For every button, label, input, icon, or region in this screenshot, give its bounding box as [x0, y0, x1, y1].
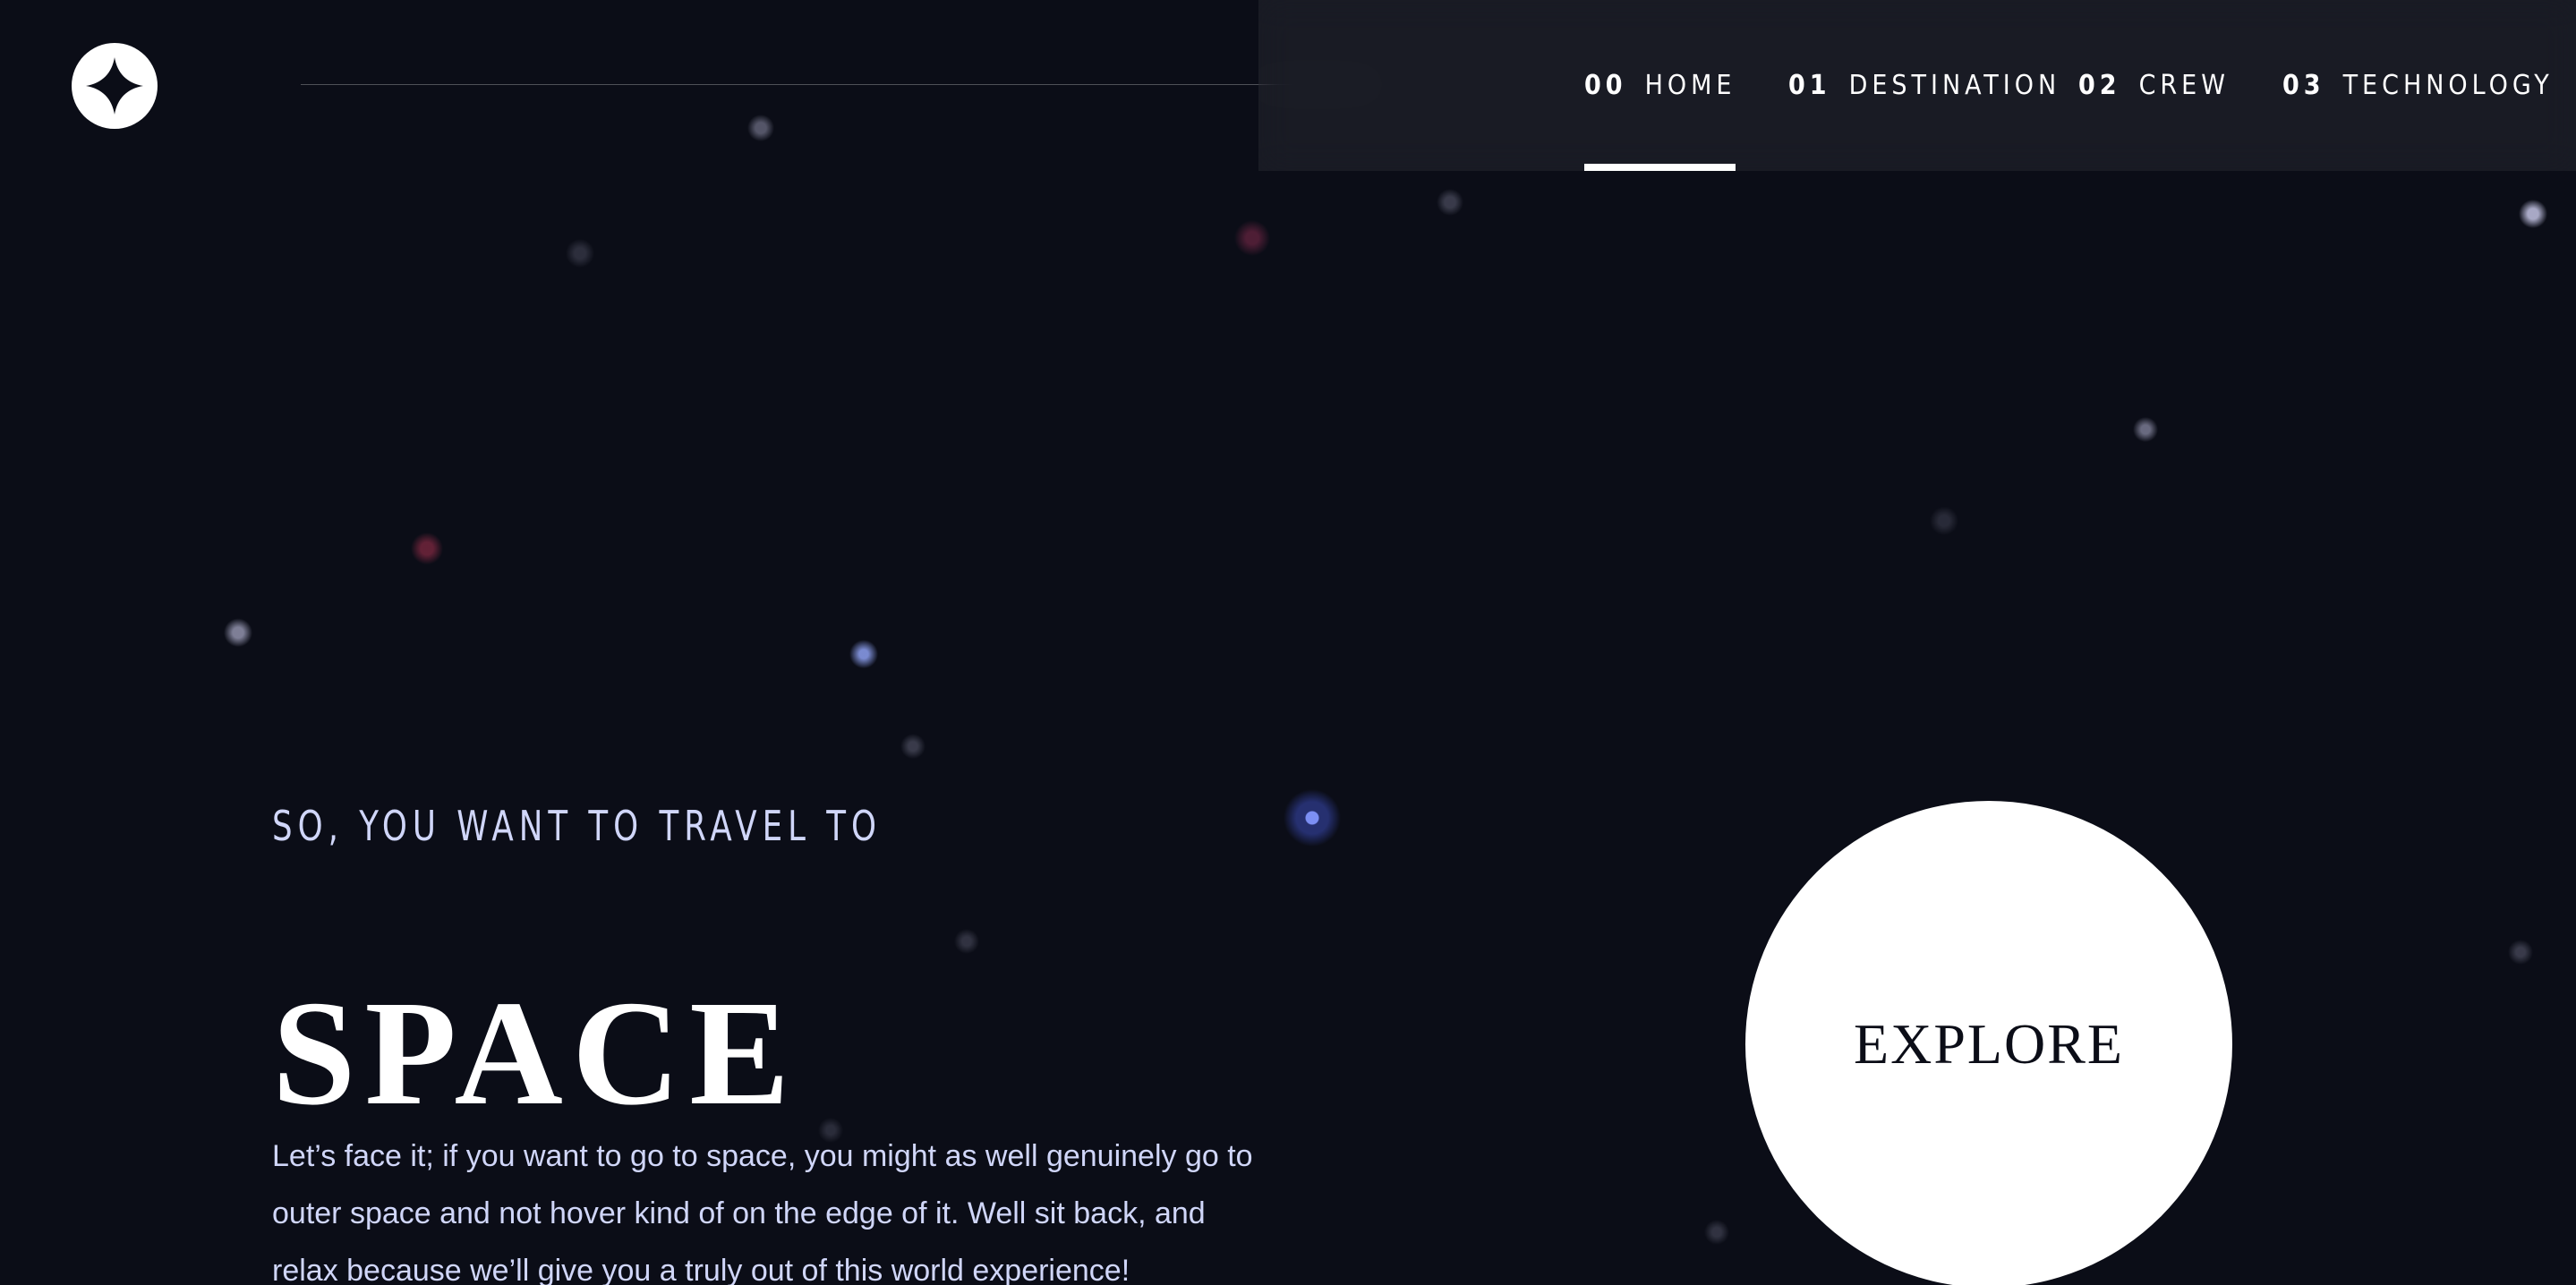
- logo-button[interactable]: [72, 43, 158, 129]
- nav-item-label: TECHNOLOGY: [2342, 70, 2554, 101]
- hero-description: Let’s face it; if you want to go to spac…: [272, 1139, 1253, 1285]
- nav-item-number: 01: [1788, 70, 1831, 101]
- nav-item-label: DESTINATION: [1848, 70, 2061, 101]
- hero-subtitle: SO, YOU WANT TO TRAVEL TO: [272, 802, 883, 850]
- nav-item-home[interactable]: 00 HOME: [1584, 0, 1736, 171]
- space-tourism-home-page: 00 HOME 01 DESTINATION 02 CREW 03 TECHNO…: [0, 0, 2576, 1285]
- nav-item-crew[interactable]: 02 CREW: [2078, 0, 2230, 171]
- nav-item-label: CREW: [2138, 70, 2230, 101]
- hero-title: SPACE: [272, 969, 799, 1136]
- explore-button-label: EXPLORE: [1854, 1012, 2124, 1076]
- active-nav-indicator: [1584, 164, 1736, 171]
- nav-item-number: 02: [2078, 70, 2121, 101]
- header-divider: [301, 84, 1375, 85]
- nav-item-technology[interactable]: 03 TECHNOLOGY: [2282, 0, 2554, 171]
- nav-item-number: 00: [1584, 70, 1627, 101]
- nav-item-number: 03: [2282, 70, 2325, 101]
- nav-item-destination[interactable]: 01 DESTINATION: [1788, 0, 2060, 171]
- main-navigation: 00 HOME 01 DESTINATION 02 CREW 03 TECHNO…: [1258, 0, 2576, 171]
- explore-button[interactable]: EXPLORE: [1745, 801, 2232, 1285]
- nav-item-label: HOME: [1644, 70, 1736, 101]
- four-point-star-icon: [86, 57, 143, 115]
